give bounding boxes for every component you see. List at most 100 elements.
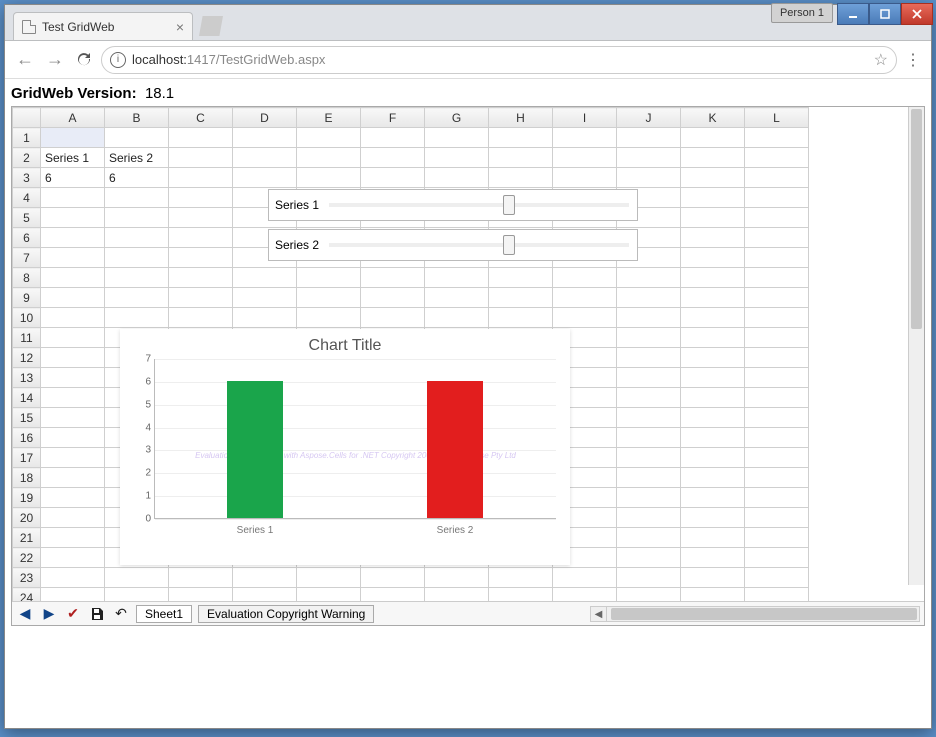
cell-J21[interactable]: [617, 528, 681, 548]
cell-F24[interactable]: [361, 588, 425, 602]
cell-L10[interactable]: [745, 308, 809, 328]
cell-F2[interactable]: [361, 148, 425, 168]
cell-J14[interactable]: [617, 388, 681, 408]
cell-L5[interactable]: [745, 208, 809, 228]
cell-L11[interactable]: [745, 328, 809, 348]
cell-J16[interactable]: [617, 428, 681, 448]
series2-slider[interactable]: Series 2: [268, 229, 638, 261]
cell-L2[interactable]: [745, 148, 809, 168]
cell-K15[interactable]: [681, 408, 745, 428]
cell-C8[interactable]: [169, 268, 233, 288]
cell-K5[interactable]: [681, 208, 745, 228]
cell-E3[interactable]: [297, 168, 361, 188]
col-header-K[interactable]: K: [681, 108, 745, 128]
cell-I8[interactable]: [553, 268, 617, 288]
cell-J12[interactable]: [617, 348, 681, 368]
col-header-C[interactable]: C: [169, 108, 233, 128]
cell-G1[interactable]: [425, 128, 489, 148]
cell-L7[interactable]: [745, 248, 809, 268]
col-header-F[interactable]: F: [361, 108, 425, 128]
cell-A14[interactable]: [41, 388, 105, 408]
site-info-icon[interactable]: i: [110, 52, 126, 68]
cell-D2[interactable]: [233, 148, 297, 168]
cell-C2[interactable]: [169, 148, 233, 168]
cell-K6[interactable]: [681, 228, 745, 248]
row-header-5[interactable]: 5: [13, 208, 41, 228]
cell-C4[interactable]: [169, 188, 233, 208]
row-header-2[interactable]: 2: [13, 148, 41, 168]
reload-button[interactable]: [73, 49, 95, 71]
cell-A1[interactable]: [41, 128, 105, 148]
cell-A18[interactable]: [41, 468, 105, 488]
cell-L9[interactable]: [745, 288, 809, 308]
cell-L4[interactable]: [745, 188, 809, 208]
new-tab-button[interactable]: [199, 16, 223, 36]
cell-B7[interactable]: [105, 248, 169, 268]
scrollbar-thumb[interactable]: [611, 608, 917, 620]
cell-K7[interactable]: [681, 248, 745, 268]
cell-L16[interactable]: [745, 428, 809, 448]
cell-K16[interactable]: [681, 428, 745, 448]
commit-icon[interactable]: ✔: [64, 605, 82, 623]
row-header-8[interactable]: 8: [13, 268, 41, 288]
cell-G8[interactable]: [425, 268, 489, 288]
sheet-tab-evaluation[interactable]: Evaluation Copyright Warning: [198, 605, 374, 623]
url-box[interactable]: i localhost:1417/TestGridWeb.aspx ☆: [101, 46, 897, 74]
row-header-16[interactable]: 16: [13, 428, 41, 448]
cell-B24[interactable]: [105, 588, 169, 602]
cell-J8[interactable]: [617, 268, 681, 288]
forward-button[interactable]: →: [43, 48, 67, 72]
cell-A4[interactable]: [41, 188, 105, 208]
cell-L21[interactable]: [745, 528, 809, 548]
cell-J1[interactable]: [617, 128, 681, 148]
cell-K17[interactable]: [681, 448, 745, 468]
cell-F8[interactable]: [361, 268, 425, 288]
cell-A20[interactable]: [41, 508, 105, 528]
cell-A11[interactable]: [41, 328, 105, 348]
cell-A21[interactable]: [41, 528, 105, 548]
cell-K11[interactable]: [681, 328, 745, 348]
cell-J3[interactable]: [617, 168, 681, 188]
browser-menu-icon[interactable]: ⋮: [903, 50, 923, 70]
cell-J15[interactable]: [617, 408, 681, 428]
cell-A13[interactable]: [41, 368, 105, 388]
cell-L6[interactable]: [745, 228, 809, 248]
cell-I9[interactable]: [553, 288, 617, 308]
cell-A24[interactable]: [41, 588, 105, 602]
cell-L8[interactable]: [745, 268, 809, 288]
cell-J2[interactable]: [617, 148, 681, 168]
cell-A16[interactable]: [41, 428, 105, 448]
cell-A2[interactable]: Series 1: [41, 148, 105, 168]
cell-K19[interactable]: [681, 488, 745, 508]
row-header-21[interactable]: 21: [13, 528, 41, 548]
footer-horizontal-scrollbar[interactable]: ◀: [590, 606, 920, 622]
cell-A12[interactable]: [41, 348, 105, 368]
cell-E8[interactable]: [297, 268, 361, 288]
cell-C10[interactable]: [169, 308, 233, 328]
row-header-24[interactable]: 24: [13, 588, 41, 602]
cell-E2[interactable]: [297, 148, 361, 168]
cell-H23[interactable]: [489, 568, 553, 588]
row-header-6[interactable]: 6: [13, 228, 41, 248]
cell-L13[interactable]: [745, 368, 809, 388]
cell-B4[interactable]: [105, 188, 169, 208]
cell-G23[interactable]: [425, 568, 489, 588]
cell-K10[interactable]: [681, 308, 745, 328]
cell-A22[interactable]: [41, 548, 105, 568]
cell-D9[interactable]: [233, 288, 297, 308]
browser-tab[interactable]: Test GridWeb ×: [13, 12, 193, 40]
cell-F23[interactable]: [361, 568, 425, 588]
cell-B10[interactable]: [105, 308, 169, 328]
cell-A5[interactable]: [41, 208, 105, 228]
cell-K20[interactable]: [681, 508, 745, 528]
cell-H10[interactable]: [489, 308, 553, 328]
cell-C6[interactable]: [169, 228, 233, 248]
slider-handle[interactable]: [503, 195, 515, 215]
col-header-E[interactable]: E: [297, 108, 361, 128]
cell-J9[interactable]: [617, 288, 681, 308]
cell-J18[interactable]: [617, 468, 681, 488]
scroll-left-icon[interactable]: ◀: [591, 607, 607, 621]
cell-K8[interactable]: [681, 268, 745, 288]
cell-H1[interactable]: [489, 128, 553, 148]
row-header-1[interactable]: 1: [13, 128, 41, 148]
